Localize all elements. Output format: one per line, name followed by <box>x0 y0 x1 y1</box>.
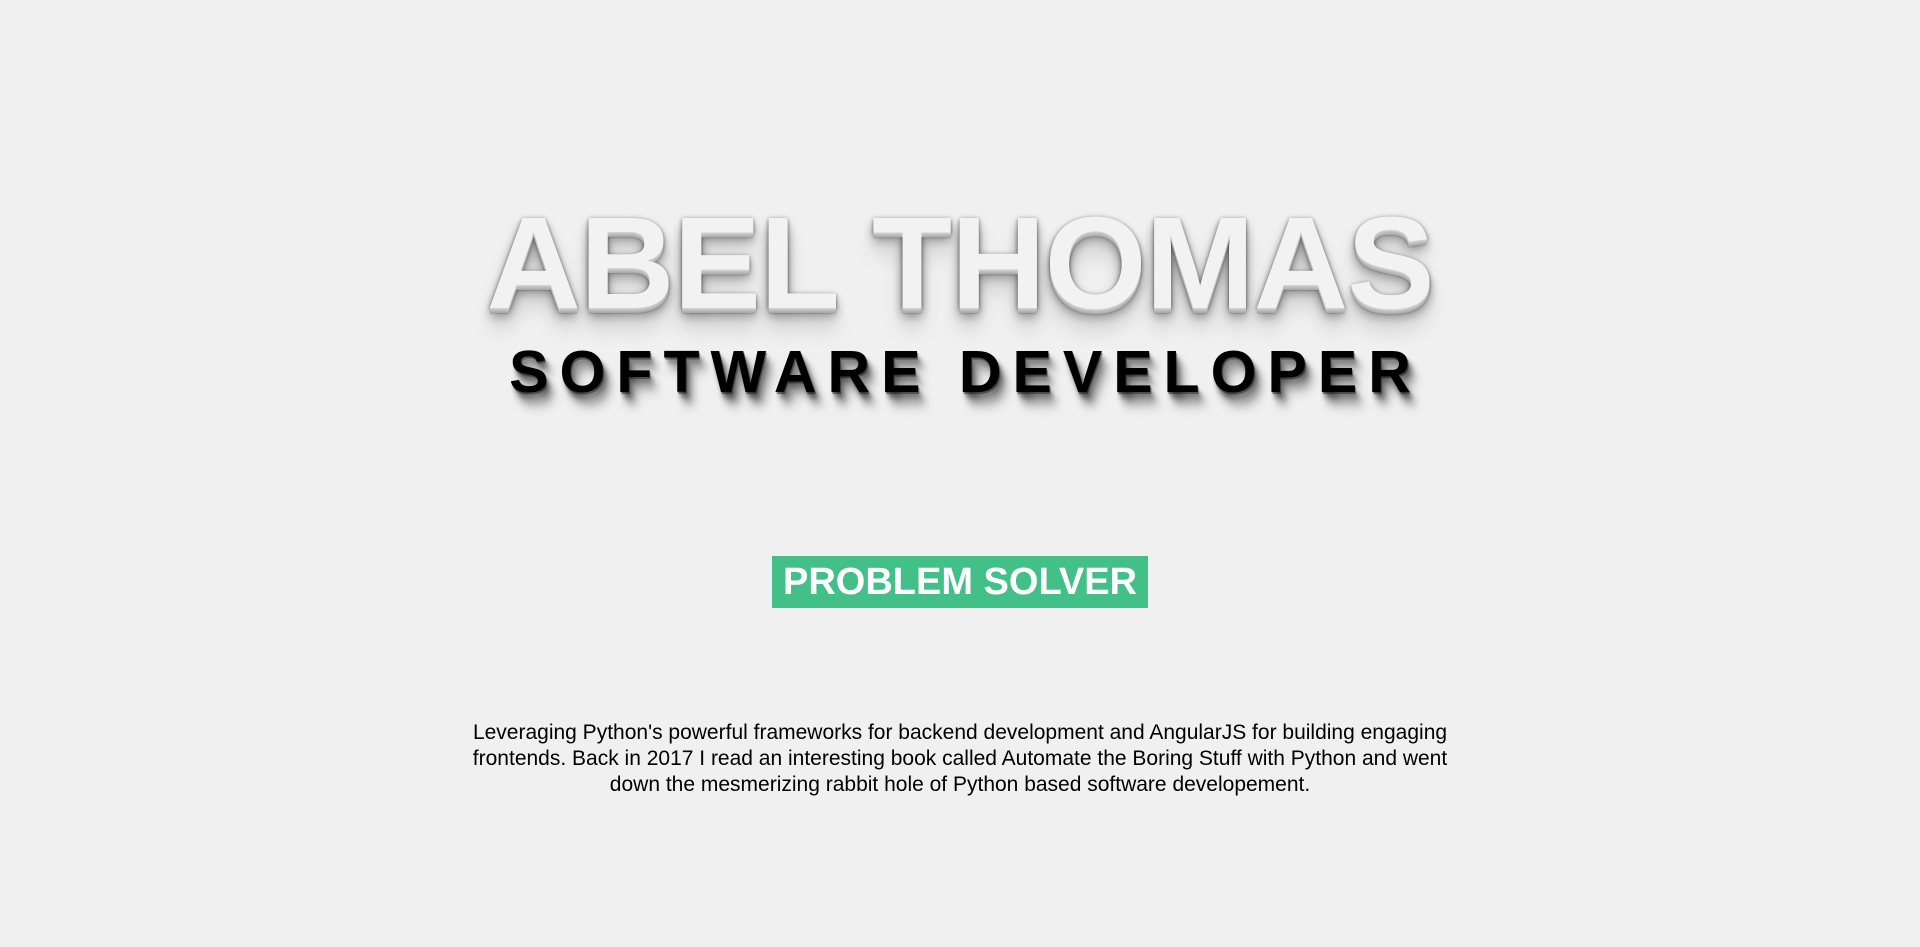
tag-container: PROBLEM SOLVER <box>0 556 1920 608</box>
hero-title: SOFTWARE DEVELOPER <box>509 339 1422 405</box>
landing-page: ABEL THOMAS SOFTWARE DEVELOPER PROBLEM S… <box>0 0 1920 947</box>
problem-solver-badge: PROBLEM SOLVER <box>772 556 1148 608</box>
hero-name: ABEL THOMAS <box>486 189 1434 336</box>
about-paragraph: Leveraging Python's powerful frameworks … <box>472 721 1448 796</box>
